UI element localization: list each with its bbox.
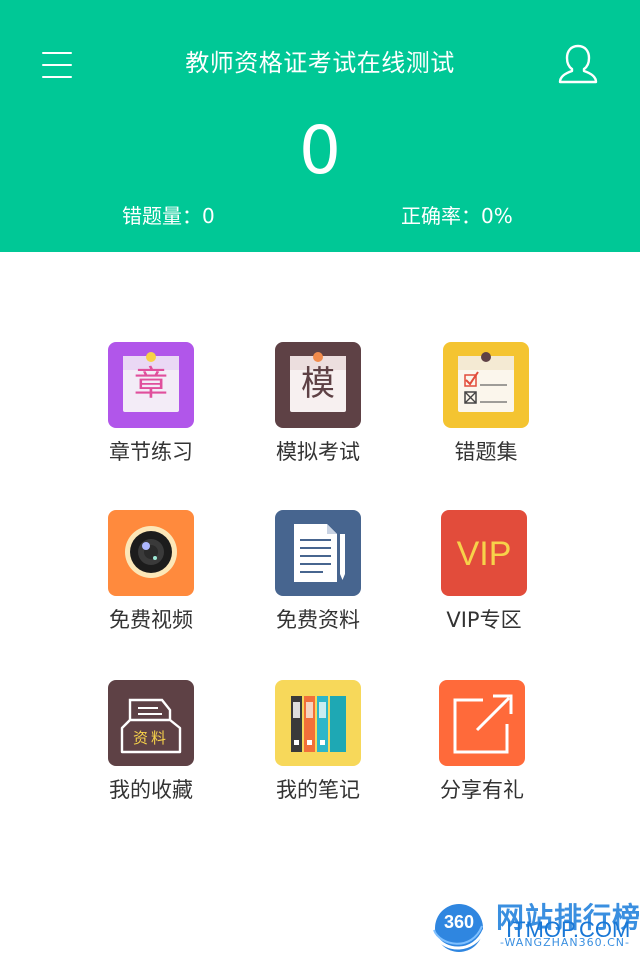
- mock-exam-glyph: 模: [301, 364, 335, 404]
- my-favorites-label: 我的收藏: [109, 778, 193, 802]
- favorites-glyph: 资料: [132, 729, 169, 747]
- my-favorites-button[interactable]: 资料 我的收藏: [86, 680, 216, 820]
- my-notes-button[interactable]: 我的笔记: [253, 680, 383, 820]
- score-value: 0: [299, 112, 341, 189]
- watermark-url: -WANGZHAN360.CN-: [500, 936, 631, 949]
- free-video-button[interactable]: 免费视频: [86, 510, 216, 650]
- header-bar: 教师资格证考试在线测试 0 错题量：0 正确率：0%: [0, 0, 640, 252]
- 360-logo-text: 360: [443, 912, 475, 932]
- menu-button[interactable]: [42, 50, 74, 80]
- share-gift-button[interactable]: 分享有礼: [417, 680, 547, 820]
- my-notes-label: 我的笔记: [276, 778, 360, 802]
- wrong-count: 错题量：0: [122, 204, 215, 228]
- free-video-label: 免费视频: [109, 608, 193, 632]
- free-materials-button[interactable]: 免费资料: [253, 510, 383, 650]
- mock-exam-button[interactable]: 模 模拟考试: [253, 342, 383, 482]
- vip-zone-button[interactable]: VIP VIP专区: [419, 510, 549, 650]
- watermark: 360 网站排行榜 ITMOP.COM -WANGZHAN360.CN-: [426, 896, 640, 960]
- chapter-glyph: 章: [134, 364, 168, 404]
- vip-zone-label: VIP专区: [446, 608, 522, 632]
- notes-binders-icon: [275, 680, 361, 766]
- accuracy-rate: 正确率：0%: [401, 204, 513, 228]
- document-icon: [275, 510, 361, 596]
- wrong-questions-label: 错题集: [454, 440, 518, 464]
- favorites-icon: [108, 680, 194, 766]
- user-profile-button[interactable]: [556, 42, 600, 86]
- chapter-practice-button[interactable]: 章 章节练习: [86, 342, 216, 482]
- page-title: 教师资格证考试在线测试: [185, 49, 455, 77]
- user-icon: [558, 44, 598, 84]
- wrong-questions-button[interactable]: 错题集: [421, 342, 551, 482]
- video-camera-icon: [108, 510, 194, 596]
- share-icon: [439, 680, 525, 766]
- share-gift-label: 分享有礼: [440, 778, 524, 802]
- vip-glyph: VIP: [456, 535, 512, 573]
- mock-exam-label: 模拟考试: [276, 440, 360, 464]
- free-materials-label: 免费资料: [276, 608, 360, 632]
- chapter-practice-label: 章节练习: [109, 440, 193, 464]
- wrong-questions-icon: [443, 342, 529, 428]
